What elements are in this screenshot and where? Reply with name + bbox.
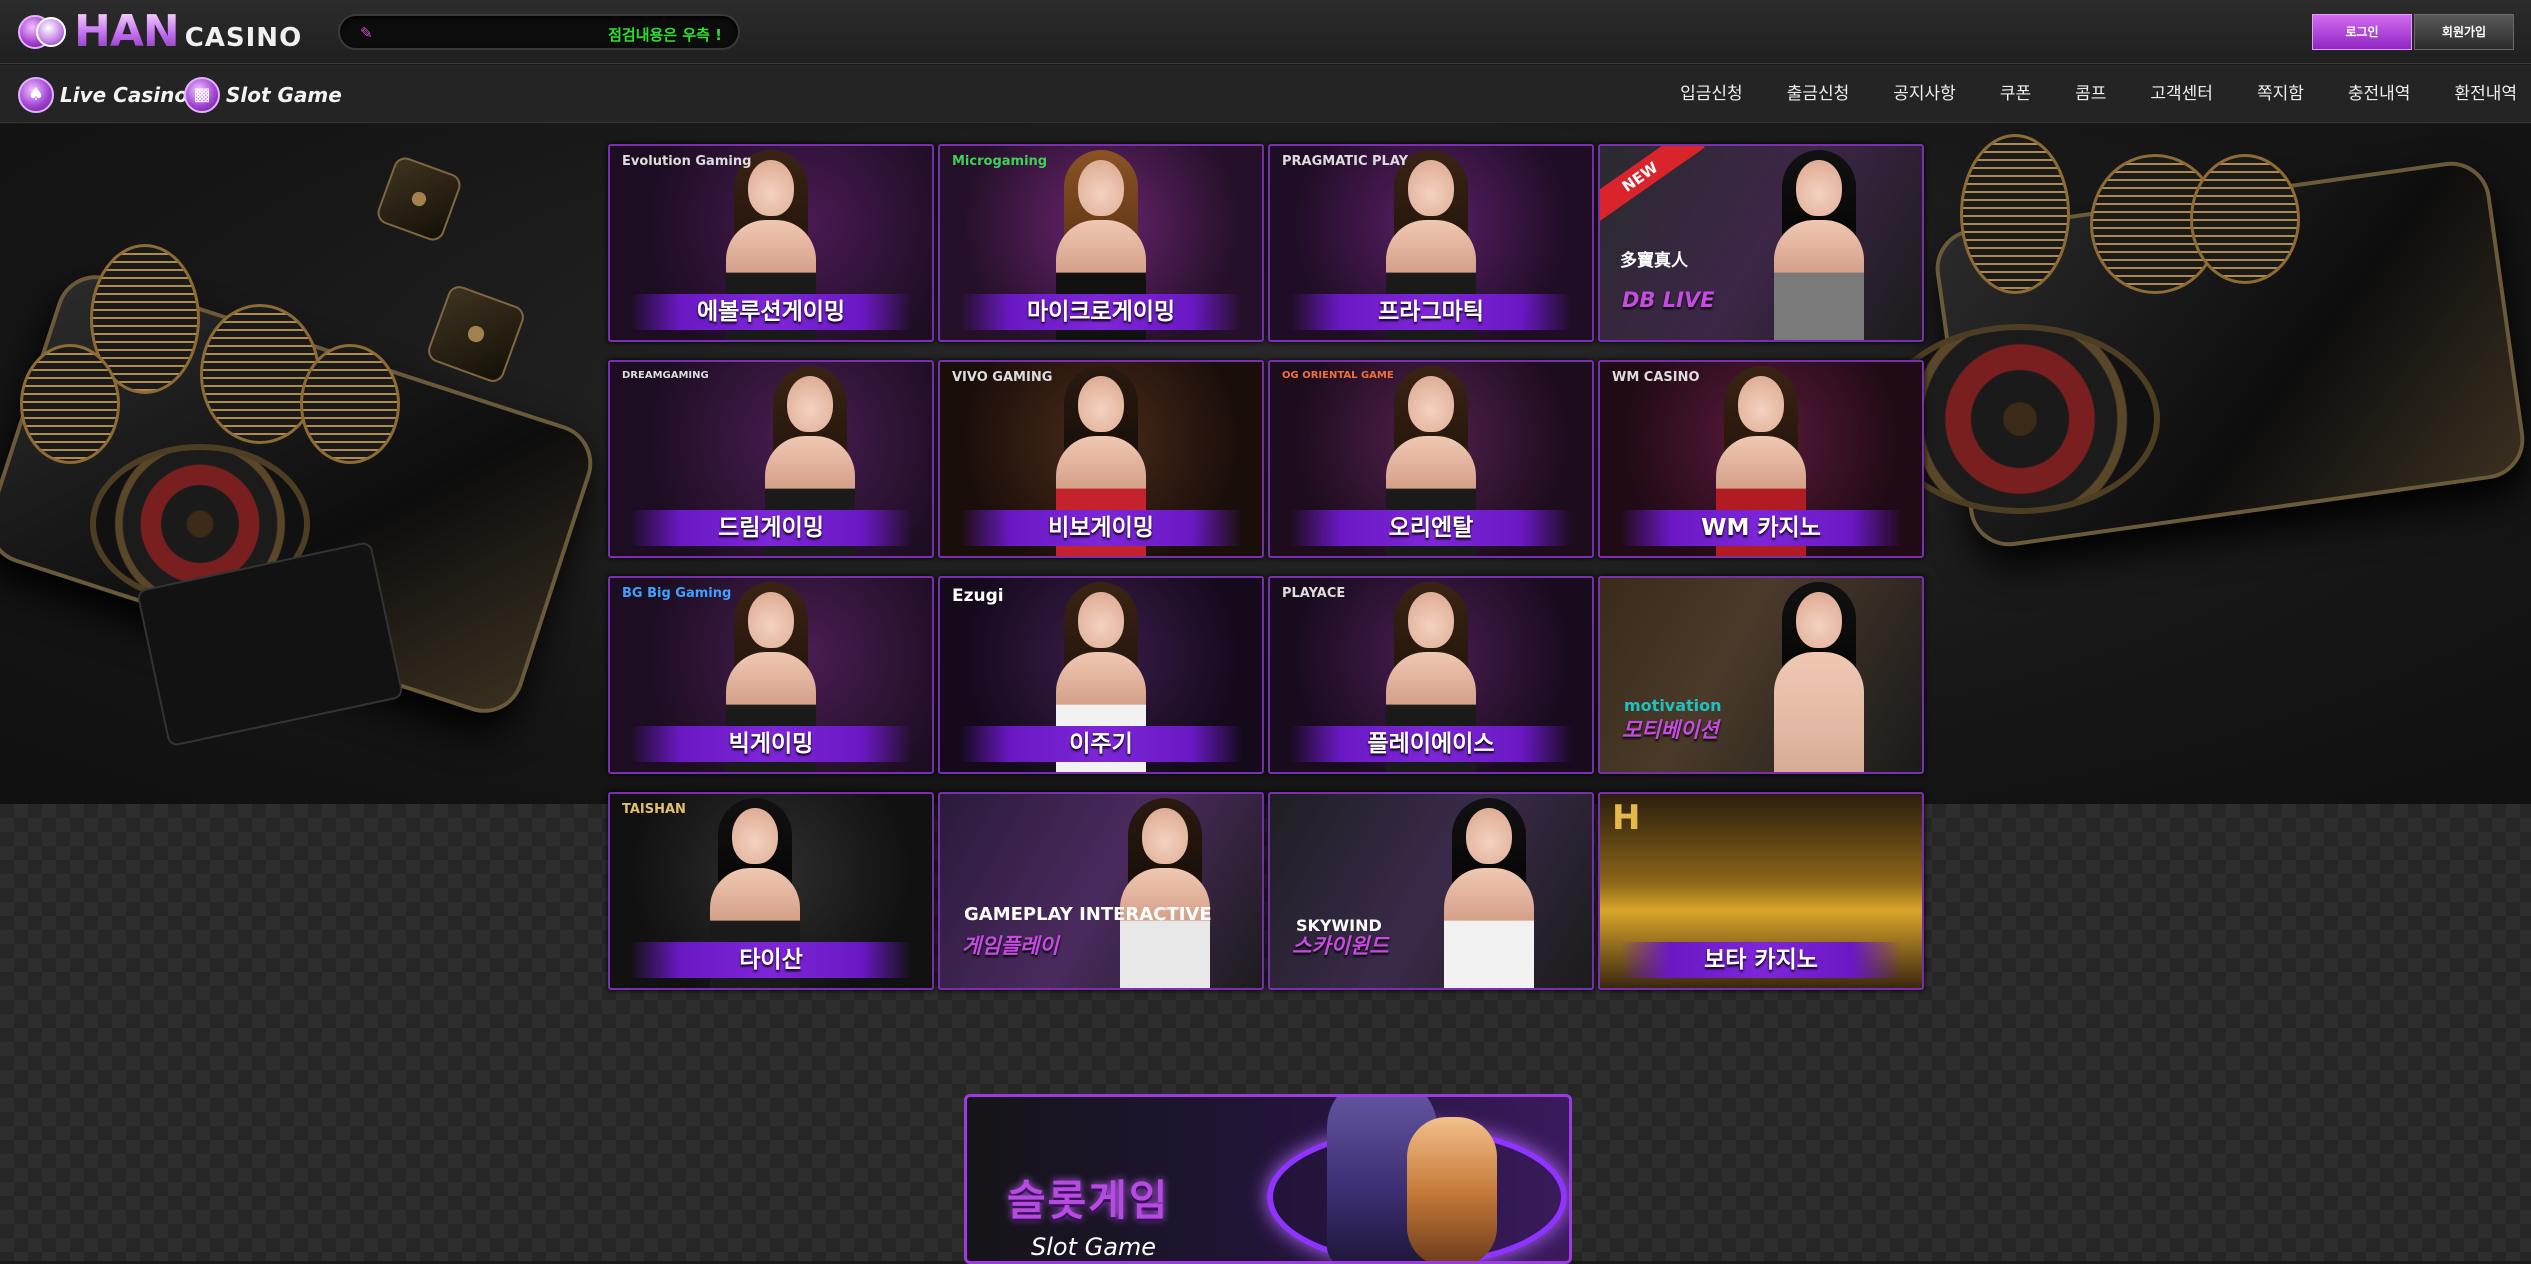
game-tile-label: DB LIVE — [1622, 288, 1715, 312]
menu-item-coupon[interactable]: 쿠폰 — [2000, 82, 2031, 106]
game-tile-skywind[interactable]: SKYWIND 스카이윈드 — [1268, 792, 1594, 990]
menu-item-charge-history[interactable]: 충전내역 — [2348, 82, 2411, 106]
hero-background — [0, 124, 2531, 804]
provider-logo: DREAMGAMING — [622, 370, 709, 381]
game-tile-label: 에볼루션게이밍 — [696, 299, 846, 325]
slot-game-banner[interactable]: 슬롯게임 Slot Game — [964, 1094, 1572, 1264]
provider-logo: 多寶真人 — [1620, 251, 1688, 271]
menu-item-deposit[interactable]: 입금신청 — [1680, 82, 1743, 106]
game-tile-taishan[interactable]: TAISHAN 타이산 — [608, 792, 934, 990]
provider-logo: motivation — [1624, 696, 1722, 715]
join-button[interactable]: 회원가입 — [2414, 14, 2514, 50]
menu-item-notice[interactable]: 공지사항 — [1893, 82, 1956, 106]
menu-item-support[interactable]: 고객센터 — [2150, 82, 2213, 106]
game-tile-big-gaming[interactable]: BG Big Gaming 빅게이밍 — [608, 576, 934, 774]
dice-decoration — [424, 282, 528, 386]
tab-label: Slot Game — [226, 83, 342, 107]
chip-stack-decoration — [1960, 134, 2070, 294]
main-nav: ♠ Live Casino ▩ Slot Game 입금신청 출금신청 공지사항… — [0, 65, 2531, 123]
game-tile-db-live[interactable]: NEW 多寶真人 DB LIVE — [1598, 144, 1924, 342]
game-tile-label: 빅게이밍 — [728, 731, 814, 757]
game-tile-label: 드림게이밍 — [718, 515, 824, 541]
game-tile-ezugi[interactable]: Ezugi 이주기 — [938, 576, 1264, 774]
provider-logo: BG Big Gaming — [622, 586, 732, 601]
game-tile-label: 보타 카지노 — [1704, 947, 1818, 973]
game-tile-oriental[interactable]: OG ORIENTAL GAME 오리엔탈 — [1268, 360, 1594, 558]
notice-ticker: ✎ 점검내용은 우측 ! — [338, 14, 740, 50]
provider-logo: WM CASINO — [1612, 370, 1700, 385]
game-tile-pragmatic[interactable]: PRAGMATIC PLAY 프라그마틱 — [1268, 144, 1594, 342]
ticker-message: 점검내용은 우측 ! — [608, 26, 722, 44]
game-tile-gameplay[interactable]: GAMEPLAY INTERACTIVE 게임플레이 — [938, 792, 1264, 990]
provider-logo: PLAYACE — [1282, 586, 1346, 601]
game-tile-bota-casino[interactable]: H 보타 카지노 — [1598, 792, 1924, 990]
game-tile-label: 스카이윈드 — [1292, 934, 1389, 958]
game-tile-label: 오리엔탈 — [1388, 515, 1474, 541]
logo-sub-text: CASINO — [184, 23, 303, 53]
game-tile-label: 타이산 — [739, 947, 803, 973]
adventurer-character-image — [1407, 1117, 1497, 1261]
login-button[interactable]: 로그인 — [2312, 14, 2412, 50]
game-tile-motivation[interactable]: motivation 모티베이션 — [1598, 576, 1924, 774]
game-tile-label: 이주기 — [1069, 731, 1133, 757]
top-menu: 입금신청 출금신청 공지사항 쿠폰 콤프 고객센터 쪽지함 충전내역 환전내역 — [1636, 82, 2517, 106]
provider-logo: GAMEPLAY INTERACTIVE — [964, 904, 1212, 925]
game-tile-label: 게임플레이 — [962, 934, 1059, 958]
spade-coin-icon: ♠ — [18, 77, 54, 113]
game-tile-label: WM 카지노 — [1701, 515, 1821, 541]
provider-logo: Microgaming — [952, 154, 1048, 169]
chip-stack-decoration — [300, 344, 400, 464]
provider-logo: PRAGMATIC PLAY — [1282, 154, 1409, 169]
game-tile-label: 모티베이션 — [1622, 718, 1719, 742]
provider-logo: OG ORIENTAL GAME — [1282, 370, 1394, 381]
menu-item-exchange-history[interactable]: 환전내역 — [2454, 82, 2517, 106]
provider-logo: VIVO GAMING — [952, 370, 1053, 385]
menu-item-withdraw[interactable]: 출금신청 — [1787, 82, 1850, 106]
game-tile-label: 플레이에이스 — [1367, 731, 1495, 757]
slot-banner-subtitle: Slot Game — [1031, 1233, 1157, 1261]
game-tile-microgaming[interactable]: Microgaming 마이크로게이밍 — [938, 144, 1264, 342]
game-tile-evolution[interactable]: Evolution Gaming 에볼루션게이밍 — [608, 144, 934, 342]
slot-banner-title: 슬롯게임 — [1007, 1176, 1170, 1225]
dice-decoration — [374, 154, 464, 244]
game-tile-vivo[interactable]: VIVO GAMING 비보게이밍 — [938, 360, 1264, 558]
chip-stack-decoration — [2190, 154, 2300, 284]
game-tile-wm-casino[interactable]: WM CASINO WM 카지노 — [1598, 360, 1924, 558]
game-tile-playace[interactable]: PLAYACE 플레이에이스 — [1268, 576, 1594, 774]
tab-label: Live Casino — [60, 83, 189, 107]
site-logo[interactable]: HAN CASINO — [18, 8, 302, 56]
slot-machine-coin-icon: ▩ — [184, 77, 220, 113]
tab-slot-game[interactable]: ▩ Slot Game — [184, 77, 342, 113]
chip-stack-decoration — [20, 344, 120, 464]
game-tile-label: 마이크로게이밍 — [1026, 299, 1176, 325]
game-tile-label: 프라그마틱 — [1378, 299, 1484, 325]
provider-logo: H — [1612, 798, 1641, 838]
logo-coin-icon — [18, 11, 70, 53]
logo-main-text: HAN — [74, 6, 180, 57]
tab-live-casino[interactable]: ♠ Live Casino — [18, 77, 188, 113]
provider-logo: Ezugi — [952, 586, 1004, 606]
game-tile-label: 비보게이밍 — [1048, 515, 1154, 541]
provider-logo: TAISHAN — [622, 802, 686, 817]
top-bar: HAN CASINO ✎ 점검내용은 우측 ! 로그인 회원가입 — [0, 0, 2531, 64]
provider-logo: Evolution Gaming — [622, 154, 752, 169]
menu-item-comp[interactable]: 콤프 — [2075, 82, 2106, 106]
game-tile-dreamgaming[interactable]: DREAMGAMING 드림게이밍 — [608, 360, 934, 558]
menu-item-messages[interactable]: 쪽지함 — [2257, 82, 2304, 106]
microphone-icon: ✎ — [360, 24, 373, 42]
